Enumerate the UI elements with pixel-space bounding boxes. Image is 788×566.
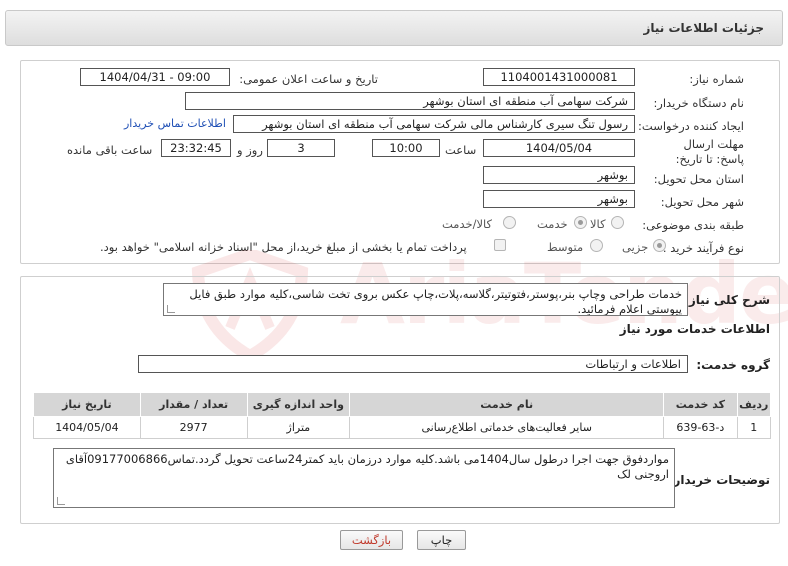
hours-left-label: ساعت باقی مانده bbox=[67, 143, 153, 157]
purchase-option-minor: جزیی bbox=[622, 240, 649, 254]
resize-handle-icon[interactable] bbox=[57, 497, 65, 505]
print-button[interactable]: چاپ bbox=[417, 530, 466, 550]
general-desc-textarea: خدمات طراحی وچاپ بنر،پوستر،فتوتیتر،گلاسه… bbox=[163, 283, 688, 316]
col-qty-header: تعداد / مقدار bbox=[139, 392, 248, 417]
page-title: جزئیات اطلاعات نیاز bbox=[643, 21, 764, 35]
cell-name: سایر فعالیت‌های خدماتی اطلاع‌رسانی bbox=[349, 416, 665, 439]
category-radio-goods-service[interactable] bbox=[503, 216, 516, 229]
treasury-checkbox[interactable] bbox=[494, 239, 506, 251]
purchase-type-label: نوع فرآیند خرید : bbox=[662, 241, 744, 255]
purchase-radio-minor[interactable] bbox=[653, 239, 666, 252]
deadline-time-field: 10:00 bbox=[372, 139, 440, 157]
requester-field: رسول تنگ سیری کارشناس مالی شرکت سهامی آب… bbox=[233, 115, 635, 133]
category-radio-service[interactable] bbox=[574, 216, 587, 229]
col-unit-header: واحد اندازه گیری bbox=[246, 392, 351, 417]
service-group-field: اطلاعات و ارتباطات bbox=[138, 355, 688, 373]
buyer-org-field: شرکت سهامی آب منطقه ای استان بوشهر bbox=[185, 92, 635, 110]
buyer-notes-text: مواردفوق جهت اجرا درطول سال1404می باشد.ک… bbox=[65, 452, 669, 481]
deadline-date-field: 1404/05/04 bbox=[483, 139, 635, 157]
province-field: بوشهر bbox=[483, 166, 635, 184]
cell-row: 1 bbox=[736, 416, 771, 439]
purchase-radio-medium[interactable] bbox=[590, 239, 603, 252]
time-left-field: 23:32:45 bbox=[161, 139, 231, 157]
cell-date: 1404/05/04 bbox=[33, 416, 141, 439]
buyer-org-label: نام دستگاه خریدار: bbox=[653, 96, 744, 110]
purchase-option-medium: متوسط bbox=[547, 240, 584, 254]
need-number-label: شماره نیاز: bbox=[689, 72, 744, 86]
cell-code: د-63-639 bbox=[663, 416, 738, 439]
category-option-goods: کالا bbox=[590, 217, 606, 231]
services-table: ردیف کد خدمت نام خدمت واحد اندازه گیری ت… bbox=[33, 392, 771, 439]
buyer-notes-label: توضیحات خریدار: bbox=[668, 473, 770, 487]
back-button[interactable]: بازگشت bbox=[340, 530, 403, 550]
col-date-header: تاریخ نیاز bbox=[33, 392, 141, 417]
province-label: استان محل تحویل: bbox=[653, 172, 744, 186]
col-code-header: کد خدمت bbox=[663, 392, 738, 417]
cell-qty: 2977 bbox=[139, 416, 248, 439]
day-and-label: روز و bbox=[237, 143, 263, 157]
col-name-header: نام خدمت bbox=[349, 392, 665, 417]
announce-datetime-label: تاریخ و ساعت اعلان عمومی: bbox=[239, 72, 378, 86]
category-radio-goods[interactable] bbox=[611, 216, 624, 229]
services-info-title: اطلاعات خدمات مورد نیاز bbox=[619, 322, 770, 336]
col-row-header: ردیف bbox=[736, 392, 771, 417]
resize-handle-icon[interactable] bbox=[167, 305, 175, 313]
general-desc-text: خدمات طراحی وچاپ بنر،پوستر،فتوتیتر،گلاسه… bbox=[189, 287, 682, 316]
cell-unit: متراژ bbox=[246, 416, 351, 439]
treasury-note: پرداخت تمام یا بخشی از مبلغ خرید،از محل … bbox=[100, 240, 467, 254]
category-label: طبقه بندی موضوعی: bbox=[642, 218, 744, 232]
city-label: شهر محل تحویل: bbox=[660, 195, 744, 209]
city-field: بوشهر bbox=[483, 190, 635, 208]
need-number-field: 1104001431000081 bbox=[483, 68, 635, 86]
announce-datetime-field: 1404/04/31 - 09:00 bbox=[80, 68, 230, 86]
general-desc-label: شرح کلی نیاز: bbox=[684, 293, 770, 307]
requester-label: ایجاد کننده درخواست: bbox=[638, 119, 744, 133]
category-option-goods-service: کالا/خدمت bbox=[442, 217, 493, 231]
service-group-label: گروه خدمت: bbox=[696, 358, 770, 372]
deadline-label: مهلت ارسال پاسخ: تا تاریخ: bbox=[675, 137, 744, 166]
category-option-service: خدمت bbox=[537, 217, 568, 231]
table-header-row: ردیف کد خدمت نام خدمت واحد اندازه گیری ت… bbox=[33, 392, 771, 417]
page-header: جزئیات اطلاعات نیاز bbox=[5, 10, 783, 46]
days-left-field: 3 bbox=[267, 139, 335, 157]
buyer-notes-textarea: مواردفوق جهت اجرا درطول سال1404می باشد.ک… bbox=[53, 448, 675, 508]
table-row: 1 د-63-639 سایر فعالیت‌های خدماتی اطلاع‌… bbox=[33, 416, 771, 439]
deadline-hour-label: ساعت bbox=[445, 143, 477, 157]
buyer-contact-link[interactable]: اطلاعات تماس خریدار bbox=[124, 117, 226, 130]
